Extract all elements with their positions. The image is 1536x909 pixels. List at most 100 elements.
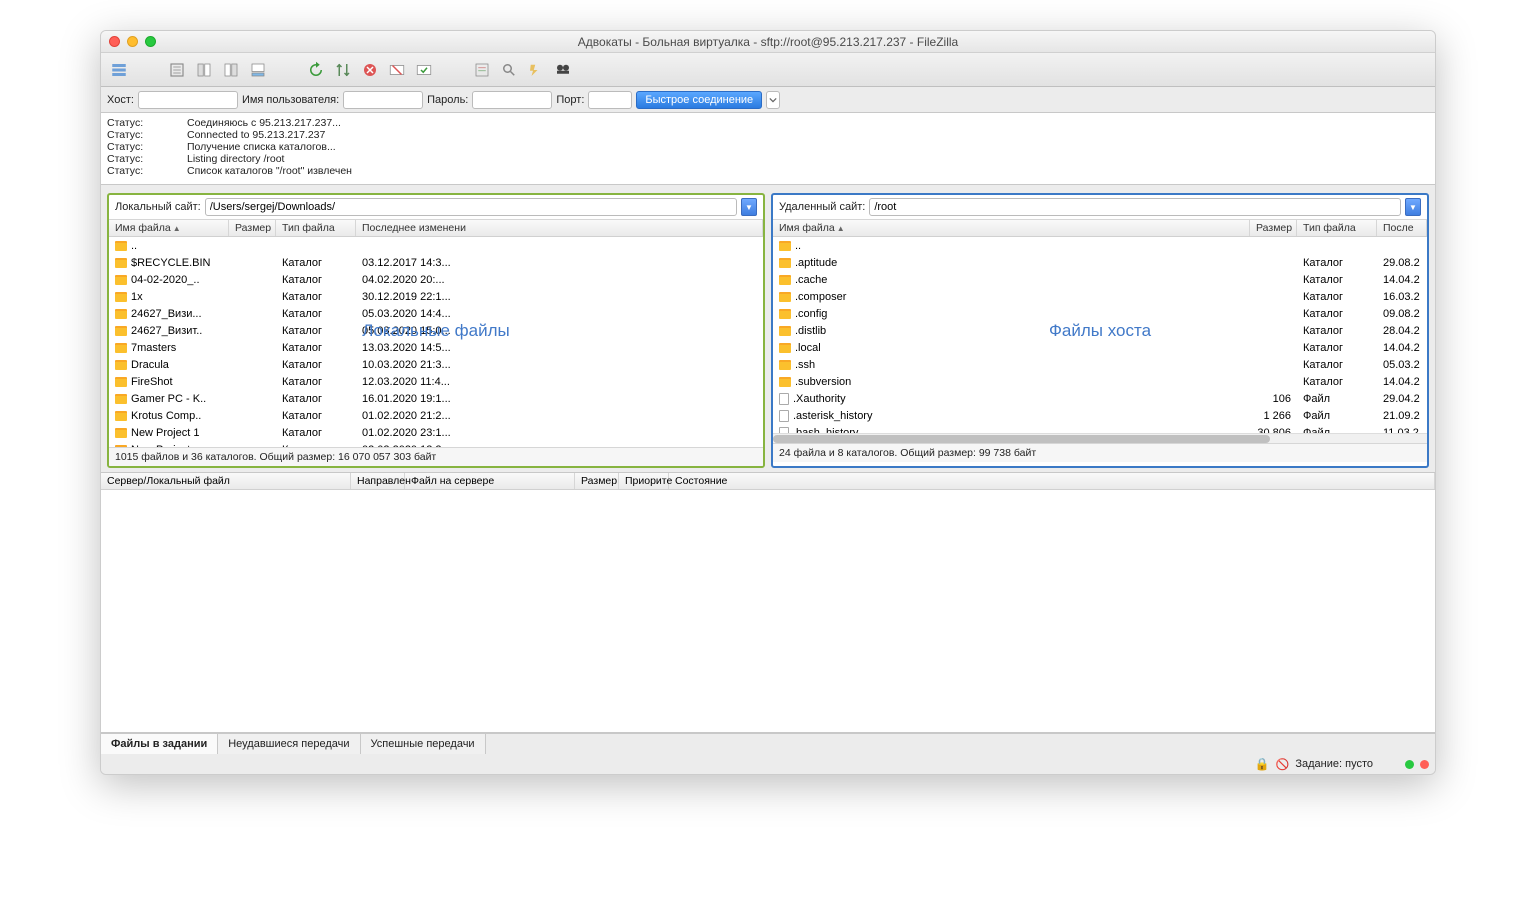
tab-failed[interactable]: Неудавшиеся передачи — [218, 734, 360, 754]
toggle-log-icon[interactable] — [165, 58, 189, 82]
file-row[interactable]: 04-02-2020_..Каталог04.02.2020 20:... — [109, 271, 763, 288]
file-row[interactable]: DraculaКаталог10.03.2020 21:3... — [109, 356, 763, 373]
folder-icon — [779, 326, 791, 336]
file-row[interactable]: Gamer PC - K..Каталог16.01.2020 19:1... — [109, 390, 763, 407]
remote-path-input[interactable] — [869, 198, 1401, 216]
remote-col-size[interactable]: Размер — [1250, 220, 1297, 236]
queue-col-dir[interactable]: Направлен — [351, 473, 405, 489]
search-icon[interactable] — [497, 58, 521, 82]
traffic-lights — [109, 36, 156, 47]
host-input[interactable] — [138, 91, 238, 109]
quick-connect-button[interactable]: Быстрое соединение — [636, 91, 762, 109]
remote-pane: Файлы хоста Удаленный сайт: ▼ Имя файла▲… — [771, 193, 1429, 468]
file-row[interactable]: 24627_Визит..Каталог05.03.2020 15:0... — [109, 322, 763, 339]
refresh-icon[interactable] — [304, 58, 328, 82]
local-col-type[interactable]: Тип файла — [276, 220, 356, 236]
toggle-local-tree-icon[interactable] — [192, 58, 216, 82]
file-row[interactable]: 7mastersКаталог13.03.2020 14:5... — [109, 339, 763, 356]
queue-body[interactable] — [101, 490, 1435, 732]
queue-col-state[interactable]: Состояние — [669, 473, 1435, 489]
remote-col-type[interactable]: Тип файла — [1297, 220, 1377, 236]
file-icon — [779, 393, 789, 405]
toggle-queue-icon[interactable] — [246, 58, 270, 82]
compare-icon[interactable] — [524, 58, 548, 82]
toggle-remote-tree-icon[interactable] — [219, 58, 243, 82]
file-row[interactable]: .localКаталог14.04.2 — [773, 339, 1427, 356]
local-path-dropdown[interactable]: ▼ — [741, 198, 757, 216]
maximize-button[interactable] — [145, 36, 156, 47]
local-grid-body[interactable]: ..$RECYCLE.BINКаталог03.12.2017 14:3...0… — [109, 237, 763, 447]
tab-success[interactable]: Успешные передачи — [361, 734, 486, 754]
file-row[interactable]: .subversionКаталог14.04.2 — [773, 373, 1427, 390]
port-input[interactable] — [588, 91, 632, 109]
local-col-size[interactable]: Размер — [229, 220, 276, 236]
message-log[interactable]: Статус:Соединяюсь с 95.213.217.237... Ст… — [101, 113, 1435, 185]
queue-col-size[interactable]: Размер — [575, 473, 619, 489]
folder-icon — [115, 411, 127, 421]
quick-connect-dropdown[interactable] — [766, 91, 780, 109]
minimize-button[interactable] — [127, 36, 138, 47]
file-type: Каталог — [1297, 359, 1377, 371]
remote-col-date[interactable]: После — [1377, 220, 1427, 236]
remote-site-label: Удаленный сайт: — [779, 201, 865, 213]
queue-col-prio[interactable]: Приорите — [619, 473, 669, 489]
site-manager-icon[interactable] — [107, 58, 131, 82]
file-row[interactable]: Krotus Comp..Каталог01.02.2020 21:2... — [109, 407, 763, 424]
queue-col-server[interactable]: Сервер/Локальный файл — [101, 473, 351, 489]
disconnect-icon[interactable] — [385, 58, 409, 82]
local-path-input[interactable] — [205, 198, 737, 216]
file-row[interactable]: FireShotКаталог12.03.2020 11:4... — [109, 373, 763, 390]
file-date: 30.12.2019 22:1... — [356, 291, 763, 303]
file-row[interactable]: 1xКаталог30.12.2019 22:1... — [109, 288, 763, 305]
tab-queued[interactable]: Файлы в задании — [101, 734, 218, 754]
queue-col-remote[interactable]: Файл на сервере — [405, 473, 575, 489]
file-row[interactable]: $RECYCLE.BINКаталог03.12.2017 14:3... — [109, 254, 763, 271]
file-type: Каталог — [276, 291, 356, 303]
file-type: Каталог — [276, 393, 356, 405]
queue-header[interactable]: Сервер/Локальный файл Направлен Файл на … — [101, 473, 1435, 490]
file-row[interactable]: New Project 1Каталог01.02.2020 23:1... — [109, 424, 763, 441]
file-row[interactable]: 24627_Визи...Каталог05.03.2020 14:4... — [109, 305, 763, 322]
file-row[interactable]: .configКаталог09.08.2 — [773, 305, 1427, 322]
file-type: Каталог — [276, 342, 356, 354]
pass-input[interactable] — [472, 91, 552, 109]
filter-icon[interactable] — [470, 58, 494, 82]
folder-icon — [115, 343, 127, 353]
file-row[interactable]: .distlibКаталог28.04.2 — [773, 322, 1427, 339]
sync-browse-icon[interactable] — [551, 58, 575, 82]
queue-indicator-icon[interactable]: 🚫 — [1276, 758, 1290, 771]
log-row: Статус:Соединяюсь с 95.213.217.237... — [107, 117, 1429, 129]
file-row[interactable]: .asterisk_history1 266Файл21.09.2 — [773, 407, 1427, 424]
file-type: Каталог — [1297, 291, 1377, 303]
folder-icon — [779, 309, 791, 319]
file-type: Каталог — [276, 308, 356, 320]
file-row[interactable]: .composerКаталог16.03.2 — [773, 288, 1427, 305]
local-grid-header[interactable]: Имя файла▲ Размер Тип файла Последнее из… — [109, 220, 763, 237]
remote-grid-header[interactable]: Имя файла▲ Размер Тип файла После — [773, 220, 1427, 237]
window-title: Адвокаты - Больная виртуалка - sftp://ro… — [578, 35, 958, 49]
lock-icon[interactable]: 🔒 — [1255, 757, 1270, 771]
folder-icon — [115, 360, 127, 370]
remote-path-dropdown[interactable]: ▼ — [1405, 198, 1421, 216]
file-date: 12.03.2020 11:4... — [356, 376, 763, 388]
process-queue-icon[interactable] — [331, 58, 355, 82]
cancel-icon[interactable] — [358, 58, 382, 82]
file-row[interactable]: .sshКаталог05.03.2 — [773, 356, 1427, 373]
file-row[interactable]: .Xauthority106Файл29.04.2 — [773, 390, 1427, 407]
remote-grid-body[interactable]: ...aptitudeКаталог29.08.2.cacheКаталог14… — [773, 237, 1427, 433]
file-name: Gamer PC - K.. — [131, 393, 206, 405]
local-col-date[interactable]: Последнее изменени — [356, 220, 763, 236]
file-row[interactable]: .cacheКаталог14.04.2 — [773, 271, 1427, 288]
folder-icon — [779, 258, 791, 268]
file-row[interactable]: .aptitudeКаталог29.08.2 — [773, 254, 1427, 271]
file-row[interactable]: .. — [773, 237, 1427, 254]
file-date: 04.02.2020 20:... — [356, 274, 763, 286]
remote-h-scrollbar[interactable] — [773, 433, 1427, 443]
folder-icon — [779, 343, 791, 353]
close-button[interactable] — [109, 36, 120, 47]
file-row[interactable]: .bash_history30 806Файл11.03.2 — [773, 424, 1427, 433]
reconnect-icon[interactable] — [412, 58, 436, 82]
user-input[interactable] — [343, 91, 423, 109]
scrollbar-thumb[interactable] — [773, 435, 1270, 443]
file-row[interactable]: .. — [109, 237, 763, 254]
